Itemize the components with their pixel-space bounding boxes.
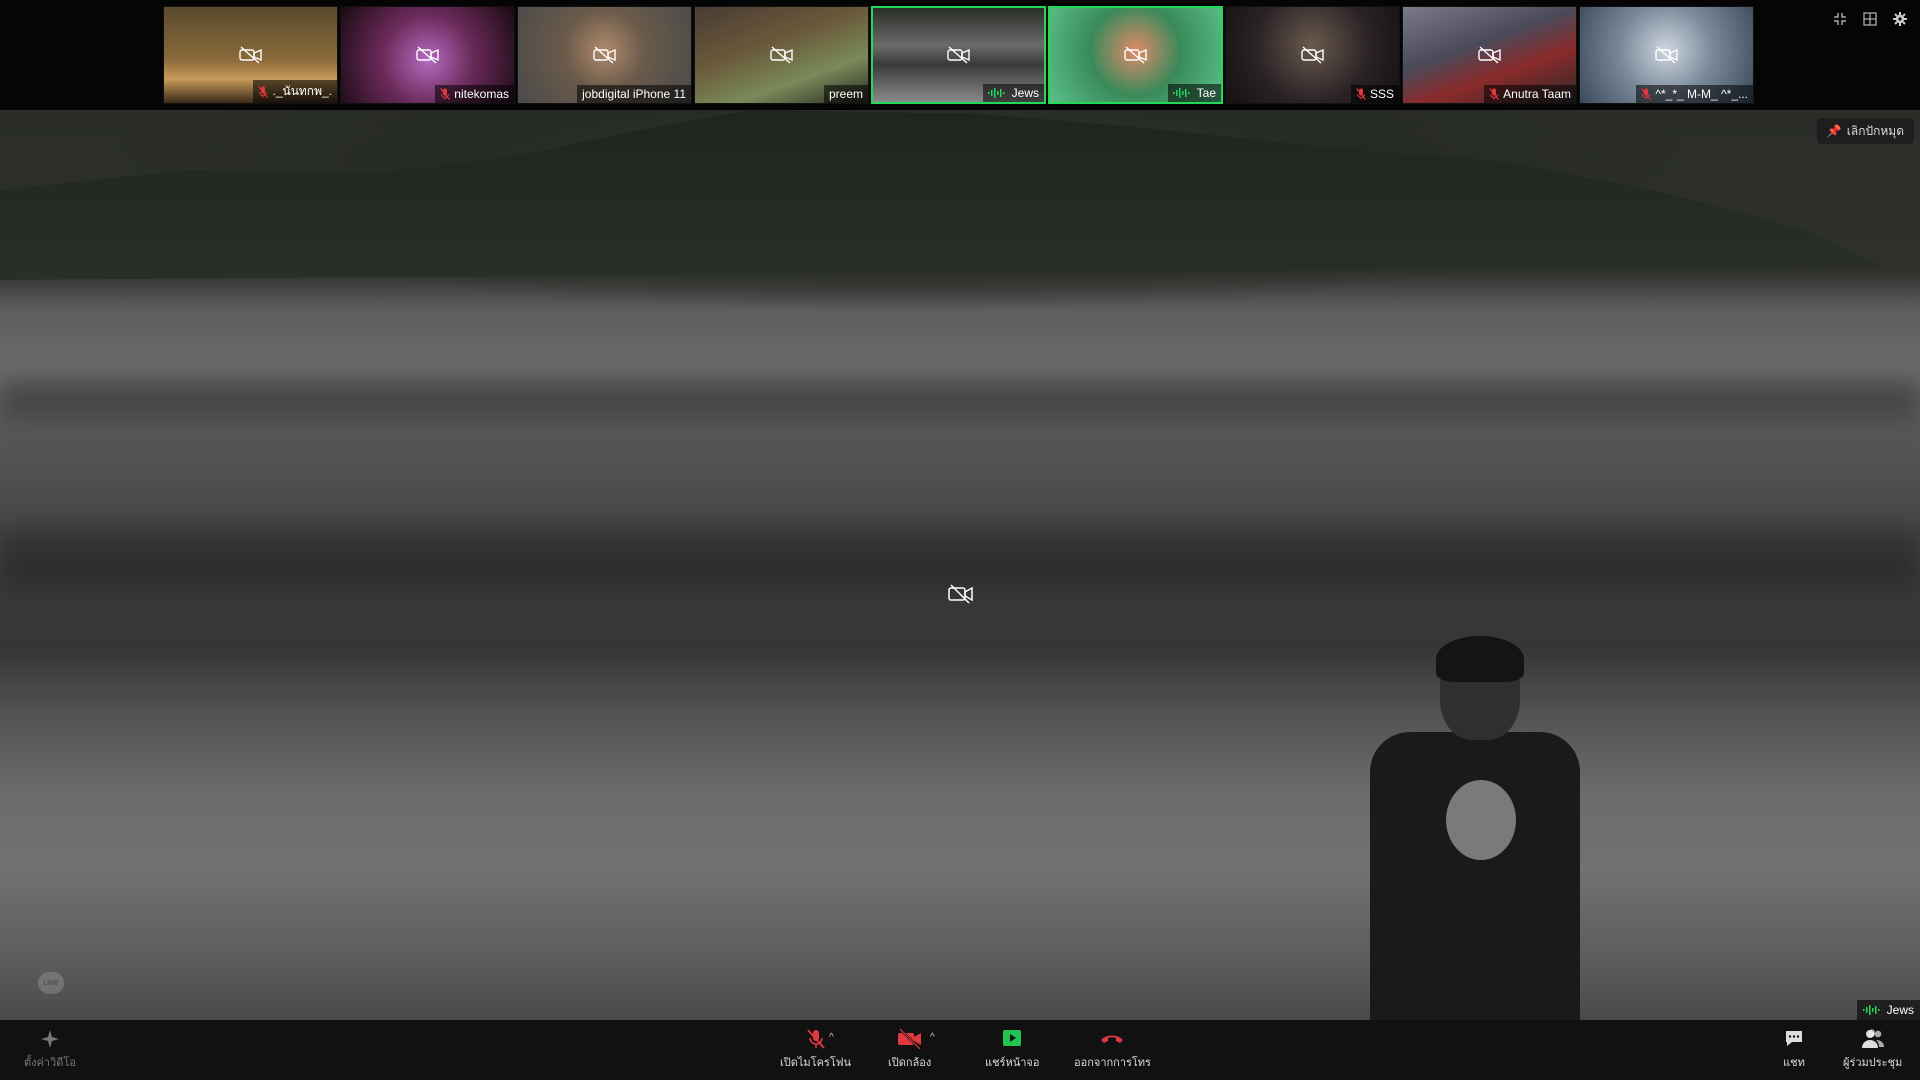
camera-off-icon (415, 46, 439, 64)
settings-button[interactable] (1888, 8, 1912, 30)
participant-name-tag: Tae (1167, 84, 1221, 102)
leave-label: ออกจากการโทร (1074, 1057, 1151, 1069)
participant-name: preem (828, 87, 863, 101)
participant-name: Anutra Taam (1503, 87, 1571, 101)
grid-icon (1863, 12, 1877, 26)
participant-name: nitekomas (454, 87, 509, 101)
participant-name-tag: SSS (1350, 85, 1399, 103)
participant-name-tag: Jews (982, 84, 1044, 102)
participant-tile[interactable]: jobdigital iPhone 11 (517, 6, 692, 104)
camera-off-icon (592, 46, 616, 64)
mic-muted-icon (258, 85, 269, 98)
camera-off-icon (238, 46, 262, 64)
camera-off-icon (769, 46, 793, 64)
mic-label: เปิดไมโครโฟน (780, 1057, 852, 1069)
mic-toggle-button[interactable]: เปิดไมโครโฟน (780, 1028, 851, 1071)
unpin-label: เลิกปักหมุด (1846, 123, 1904, 138)
participant-tile[interactable]: preem (694, 6, 869, 104)
participant-thumbnails: ._นันทกพ_. nitekomas jobdigital iPhone 11 p… (163, 6, 1754, 104)
participant-tile[interactable]: ._นันทกพ_. (163, 6, 338, 104)
camera-off-icon (1654, 46, 1678, 64)
participant-name-tag: nitekomas (435, 85, 514, 103)
camera-off-icon (897, 1028, 921, 1050)
participant-strip: ._นันทกพ_. nitekomas jobdigital iPhone 11 p… (0, 0, 1920, 110)
camera-label: เปิดกล้อง (888, 1057, 932, 1069)
participant-tile[interactable]: Tae (1048, 6, 1223, 104)
camera-toggle-button[interactable]: เปิดกล้อง (888, 1028, 931, 1071)
video-effects-label: ตั้งค่าวิดีโอ (24, 1057, 76, 1069)
camera-off-icon (946, 46, 970, 64)
active-speaker-label: Jews (1856, 1000, 1920, 1020)
participant-tile[interactable]: Anutra Taam (1402, 6, 1577, 104)
camera-off-icon (1123, 46, 1147, 64)
sparkle-icon (40, 1030, 59, 1048)
mic-muted-icon (806, 1029, 825, 1049)
audio-level-icon (1862, 1005, 1880, 1015)
main-video-area: LINE 📌 เลิกปักหมุด Jews (0, 110, 1920, 1020)
meeting-toolbar: ตั้งค่าวิดีโอ เปิดไมโครโฟน ^ เปิดกล้อง ^… (0, 1020, 1920, 1080)
gallery-view-button[interactable] (1858, 8, 1882, 30)
exit-fullscreen-button[interactable] (1828, 8, 1852, 30)
unpin-button[interactable]: 📌 เลิกปักหมุด (1816, 118, 1914, 144)
video-effects-button[interactable]: ตั้งค่าวิดีโอ (24, 1028, 76, 1071)
participants-count: 9 (1869, 1028, 1876, 1040)
participant-name: Tae (1196, 86, 1216, 100)
participant-tile[interactable]: nitekomas (340, 6, 515, 104)
share-screen-icon (1003, 1030, 1022, 1046)
gear-icon (1893, 12, 1907, 26)
water-shadow (0, 380, 1920, 420)
speaker-figure (1370, 636, 1580, 1020)
mic-muted-icon (440, 88, 451, 100)
participant-name: jobdigital iPhone 11 (582, 87, 686, 101)
audio-level-icon (987, 88, 1005, 98)
water-shadow (0, 530, 1920, 590)
participant-tile[interactable]: SSS (1225, 6, 1400, 104)
chat-icon (1786, 1031, 1802, 1046)
participant-name: Jews (1011, 86, 1039, 100)
mic-muted-icon (1489, 88, 1500, 100)
participant-tile[interactable]: ^*_*_ M-M_ ^*_... (1579, 6, 1754, 104)
mic-muted-icon (1641, 88, 1652, 100)
mic-muted-icon (1356, 88, 1366, 100)
mic-options-caret[interactable]: ^ (829, 1032, 834, 1043)
pin-icon: 📌 (1826, 124, 1842, 138)
participant-name-tag: ._นันทกพ_. (253, 80, 337, 103)
chat-label: แชท (1783, 1057, 1805, 1069)
collapse-icon (1834, 13, 1846, 25)
audio-level-icon (1172, 88, 1190, 98)
view-controls (1828, 8, 1912, 30)
participant-name-tag: ^*_*_ M-M_ ^*_... (1636, 85, 1753, 103)
participants-button[interactable]: 9 ผู้ร่วมประชุม (1843, 1028, 1902, 1071)
participant-name-tag: Anutra Taam (1484, 85, 1576, 103)
camera-off-icon (948, 584, 973, 604)
camera-off-icon (1300, 46, 1324, 64)
chat-button[interactable]: แชท (1783, 1028, 1805, 1071)
participants-label: ผู้ร่วมประชุม (1843, 1057, 1903, 1069)
island-background (0, 110, 1880, 280)
participant-name-tag: jobdigital iPhone 11 (577, 85, 691, 103)
hang-up-icon (1101, 1035, 1124, 1043)
participant-name: ^*_*_ M-M_ ^*_... (1655, 87, 1748, 101)
camera-options-caret[interactable]: ^ (930, 1032, 935, 1043)
participant-name: SSS (1369, 87, 1394, 101)
share-screen-button[interactable]: แชร์หน้าจอ (985, 1028, 1039, 1071)
participant-name-tag: preem (823, 85, 868, 103)
line-logo: LINE (38, 972, 64, 994)
speaker-name: Jews (1886, 1003, 1914, 1017)
camera-off-icon (1477, 46, 1501, 64)
participant-name: ._นันทกพ_. (272, 84, 332, 98)
leave-call-button[interactable]: ออกจากการโทร (1074, 1028, 1151, 1071)
participant-tile[interactable]: Jews (871, 6, 1046, 104)
share-label: แชร์หน้าจอ (985, 1057, 1040, 1069)
